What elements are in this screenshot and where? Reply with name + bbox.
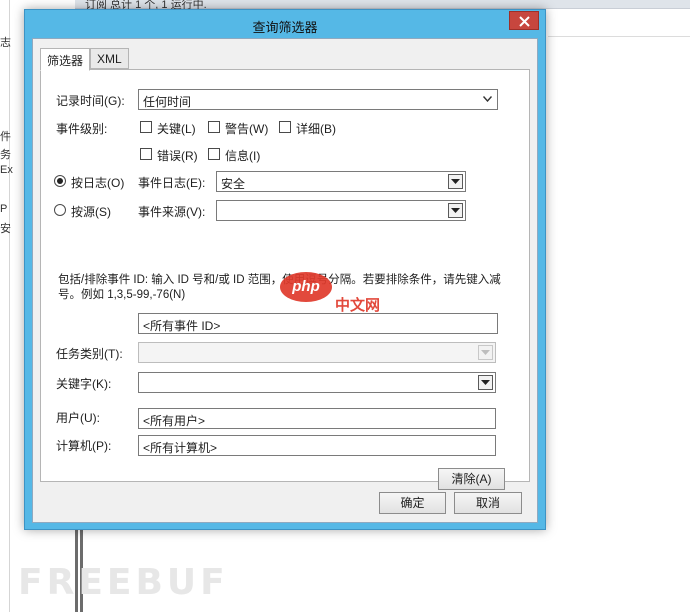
- task-category-dropdown-button[interactable]: [478, 345, 493, 360]
- computer-input[interactable]: <所有计算机>: [138, 435, 496, 456]
- triangle-down-icon: [451, 208, 460, 213]
- background-left-pane: [0, 0, 10, 612]
- clear-button[interactable]: 清除(A): [438, 468, 505, 490]
- task-category-label: 任务类别(T):: [56, 347, 123, 361]
- keywords-label: 关键字(K):: [56, 377, 112, 391]
- by-source-label[interactable]: 按源(S): [71, 203, 111, 220]
- background-divider: [548, 36, 690, 37]
- tab-xml[interactable]: XML: [90, 48, 129, 69]
- user-input[interactable]: <所有用户>: [138, 408, 496, 429]
- warning-label[interactable]: 警告(W): [225, 120, 268, 137]
- logged-value: 任何时间: [143, 95, 192, 109]
- warning-checkbox[interactable]: [208, 121, 220, 133]
- by-log-radio[interactable]: [54, 175, 66, 187]
- error-label[interactable]: 错误(R): [157, 147, 198, 164]
- background-fragment: 件: [0, 131, 11, 143]
- close-icon: [519, 16, 530, 27]
- user-label: 用户(U):: [56, 411, 100, 425]
- event-sources-label: 事件来源(V):: [138, 205, 206, 219]
- user-value: <所有用户>: [143, 414, 206, 428]
- event-ids-input[interactable]: <所有事件 ID>: [138, 313, 498, 334]
- event-logs-label: 事件日志(E):: [138, 176, 206, 190]
- background-fragment: 志: [0, 37, 11, 49]
- by-source-radio[interactable]: [54, 204, 66, 216]
- triangle-down-icon: [481, 380, 490, 385]
- logged-dropdown[interactable]: 任何时间: [138, 89, 498, 110]
- task-category-dropdown[interactable]: [138, 342, 496, 363]
- background-fragment: P: [0, 203, 8, 215]
- critical-label[interactable]: 关键(L): [157, 120, 196, 137]
- critical-checkbox[interactable]: [140, 121, 152, 133]
- background-fragment: Ex: [0, 164, 13, 176]
- event-level-label: 事件级别:: [56, 122, 108, 136]
- triangle-down-icon: [481, 350, 490, 355]
- freebuf-watermark: FREEBUF: [18, 562, 229, 603]
- information-checkbox[interactable]: [208, 148, 220, 160]
- event-sources-dropdown[interactable]: [216, 200, 466, 221]
- triangle-down-icon: [451, 179, 460, 184]
- error-checkbox[interactable]: [140, 148, 152, 160]
- background-fragment: 务: [0, 149, 11, 161]
- chevron-down-icon: [483, 96, 492, 102]
- event-logs-dropdown-button[interactable]: [448, 174, 463, 189]
- verbose-label[interactable]: 详细(B): [296, 120, 336, 137]
- close-button[interactable]: [509, 11, 539, 30]
- verbose-checkbox[interactable]: [279, 121, 291, 133]
- background-fragment: 安: [0, 223, 11, 235]
- event-ids-value: <所有事件 ID>: [143, 319, 221, 333]
- cancel-button[interactable]: 取消: [454, 492, 522, 514]
- computer-value: <所有计算机>: [143, 441, 218, 455]
- tab-filter[interactable]: 筛选器: [40, 48, 91, 71]
- event-sources-dropdown-button[interactable]: [448, 203, 463, 218]
- background-subscription-bar: 订阅 总计 1 个, 1 运行中.: [75, 0, 690, 11]
- keywords-dropdown[interactable]: [138, 372, 496, 393]
- event-logs-value: 安全: [221, 177, 246, 191]
- dialog-titlebar[interactable]: 查询筛选器: [25, 10, 545, 38]
- dialog-title: 查询筛选器: [252, 20, 318, 35]
- event-logs-dropdown[interactable]: 安全: [216, 171, 466, 192]
- computer-label: 计算机(P):: [56, 439, 112, 453]
- keywords-dropdown-button[interactable]: [478, 375, 493, 390]
- php-logo: php: [280, 272, 332, 302]
- by-log-label[interactable]: 按日志(O): [71, 174, 124, 191]
- filter-tab-panel: 记录时间(G): 任何时间 事件级别: 关键(L) 警告(W) 详细(B) 错误…: [40, 69, 530, 490]
- background-right-panel: [545, 20, 690, 520]
- logged-label: 记录时间(G):: [56, 94, 125, 108]
- php-site-text: 中文网: [335, 297, 381, 314]
- information-label[interactable]: 信息(I): [225, 147, 260, 164]
- ok-button[interactable]: 确定: [379, 492, 446, 514]
- query-filter-dialog: 查询筛选器 筛选器 XML 记录时间(G): 任何时间 事件级别: 关键(L) …: [24, 9, 546, 530]
